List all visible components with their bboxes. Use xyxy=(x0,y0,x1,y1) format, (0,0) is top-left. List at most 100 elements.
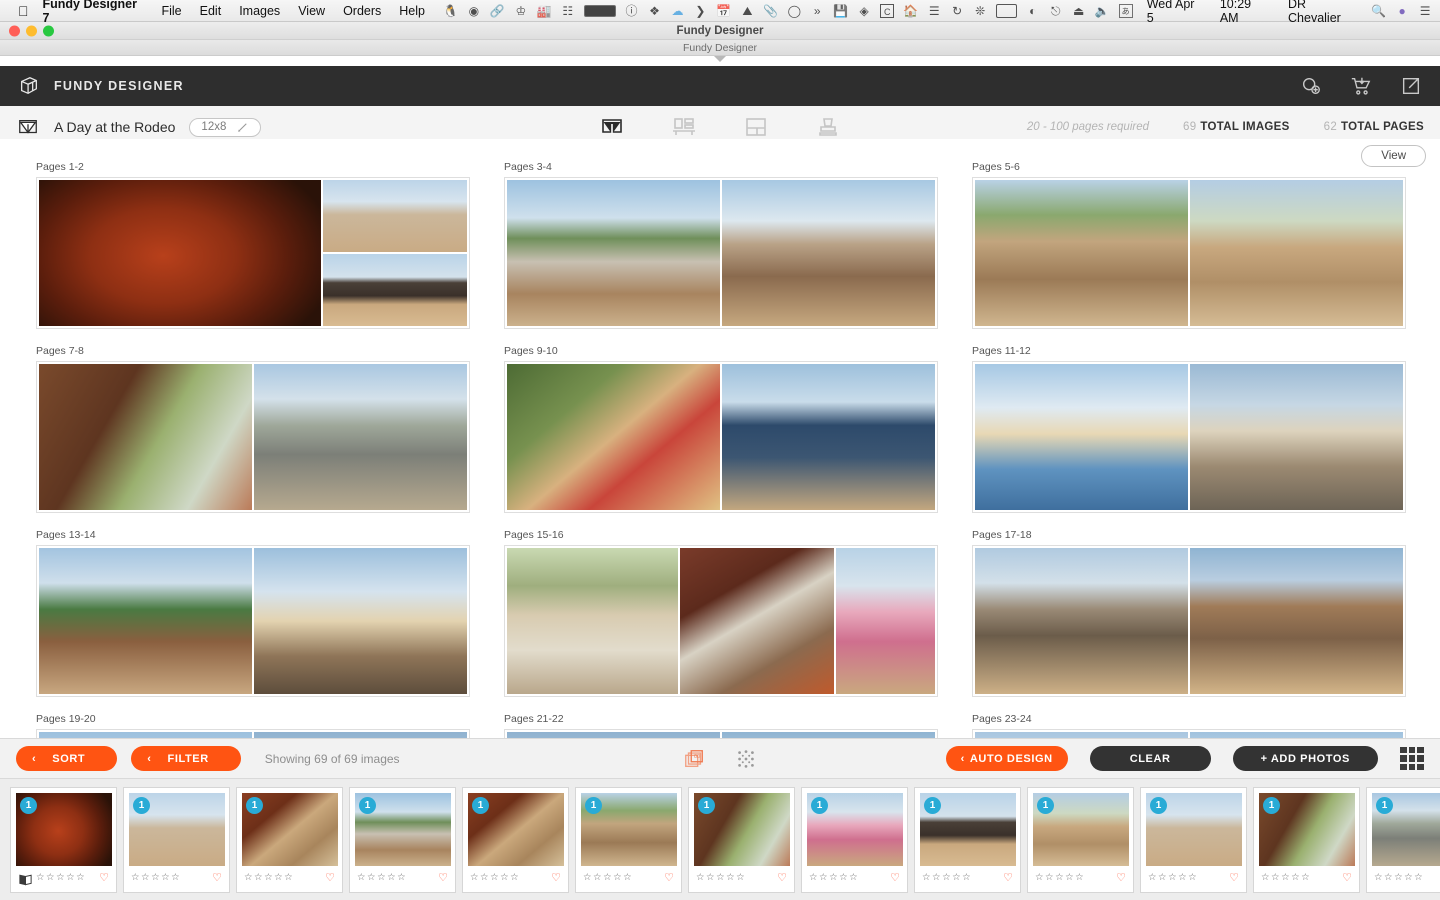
thumbnail-image[interactable]: 1 xyxy=(1146,793,1242,866)
filter-button[interactable]: ‹ FILTER xyxy=(131,746,241,771)
spread-photo[interactable] xyxy=(722,180,935,326)
menu-images[interactable]: Images xyxy=(239,4,280,18)
menu-view[interactable]: View xyxy=(298,4,325,18)
spread[interactable]: Pages 15-16 xyxy=(504,529,938,697)
spread-photos[interactable] xyxy=(36,729,470,738)
spread-photo[interactable] xyxy=(323,180,467,252)
menu-help[interactable]: Help xyxy=(399,4,425,18)
thumbnail-image[interactable]: 1 xyxy=(468,793,564,866)
favorite-heart-icon[interactable]: ♡ xyxy=(551,872,561,884)
spread[interactable]: Pages 21-22 xyxy=(504,713,938,738)
rating-stars[interactable]: ☆ ☆ ☆ ☆ ☆ xyxy=(809,873,858,883)
favorite-heart-icon[interactable]: ♡ xyxy=(1116,872,1126,884)
rating-star[interactable]: ☆ xyxy=(151,873,160,883)
timer-icon[interactable]: ◈ xyxy=(857,4,871,18)
spread-photo[interactable] xyxy=(507,364,720,510)
wall-art-tool-icon[interactable] xyxy=(671,115,697,139)
album-tool-icon[interactable] xyxy=(599,115,625,139)
favorite-heart-icon[interactable]: ♡ xyxy=(212,872,222,884)
rating-star[interactable]: ☆ xyxy=(1178,873,1187,883)
spread-photo[interactable] xyxy=(975,548,1188,694)
rating-star[interactable]: ☆ xyxy=(244,873,253,883)
book-icon[interactable] xyxy=(18,873,33,886)
rating-star[interactable]: ☆ xyxy=(623,873,632,883)
thumbnail-image[interactable]: 1 xyxy=(1259,793,1355,866)
filmstrip-thumbnail[interactable]: 1☆☆☆☆☆♡ xyxy=(236,787,343,893)
time-machine-icon[interactable]: ↻ xyxy=(950,4,964,18)
thumbnail-image[interactable]: 1 xyxy=(694,793,790,866)
rating-star[interactable]: ☆ xyxy=(36,873,45,883)
photo-filmstrip[interactable]: 1 ☆ ☆ ☆ ☆ ☆ ♡ 1 ☆ ☆ ☆ ☆ ☆ ♡ 1 ☆ ☆ ☆ ☆ ☆ ♡ 1 ☆ ☆ ☆ ☆ ☆ ♡ 1 ☆ ☆ ☆ ☆ ☆ ♡ 1 ☆ ☆ ☆ ☆… xyxy=(0,779,1440,900)
spread-photos[interactable] xyxy=(972,545,1406,697)
rating-star[interactable]: ☆ xyxy=(819,873,828,883)
spread-canvas[interactable]: View Pages 1-2 Pages 3-4 Pages 5-6 Pages 7-… xyxy=(0,139,1440,738)
levels-icon[interactable]: ☰ xyxy=(927,4,941,18)
spread-photos[interactable] xyxy=(504,729,938,738)
favorite-heart-icon[interactable]: ♡ xyxy=(777,872,787,884)
cleanup-icon[interactable]: ♔ xyxy=(514,4,528,18)
spread-photos[interactable] xyxy=(504,177,938,329)
rating-star[interactable]: ☆ xyxy=(46,873,55,883)
rating-star[interactable]: ☆ xyxy=(1148,873,1157,883)
spread[interactable]: Pages 5-6 xyxy=(972,161,1406,329)
rating-stars[interactable]: ☆ ☆ ☆ ☆ ☆ xyxy=(1261,873,1310,883)
cloud-icon[interactable]: ☁ xyxy=(670,4,684,18)
rating-stars[interactable]: ☆ ☆ ☆ ☆ ☆ xyxy=(1148,873,1197,883)
rating-star[interactable]: ☆ xyxy=(254,873,263,883)
view-button[interactable]: View xyxy=(1361,145,1426,167)
favorite-heart-icon[interactable]: ♡ xyxy=(438,872,448,884)
rating-star[interactable]: ☆ xyxy=(1035,873,1044,883)
rating-star[interactable]: ☆ xyxy=(274,873,283,883)
notification-center-icon[interactable]: ☰ xyxy=(1418,4,1432,18)
filmstrip-thumbnail[interactable]: 1☆☆☆☆☆♡ xyxy=(10,787,117,893)
rating-star[interactable]: ☆ xyxy=(942,873,951,883)
rating-star[interactable]: ☆ xyxy=(922,873,931,883)
meter-icon[interactable] xyxy=(583,4,616,17)
scattered-dots-icon[interactable] xyxy=(734,748,758,770)
rating-stars[interactable]: ☆ ☆ ☆ ☆ ☆ xyxy=(583,873,632,883)
spread-photos[interactable] xyxy=(972,729,1406,738)
favorite-heart-icon[interactable]: ♡ xyxy=(890,872,900,884)
sort-button[interactable]: ‹ SORT xyxy=(16,746,118,771)
rating-star[interactable]: ☆ xyxy=(1394,873,1403,883)
zoom-window-button[interactable] xyxy=(43,25,54,36)
spread[interactable]: Pages 13-14 xyxy=(36,529,470,697)
clear-button[interactable]: CLEAR xyxy=(1089,746,1211,771)
rating-star[interactable]: ☆ xyxy=(161,873,170,883)
rating-star[interactable]: ☆ xyxy=(490,873,499,883)
spread-photo[interactable] xyxy=(254,364,467,510)
apple-menu-icon[interactable]:  xyxy=(18,4,29,18)
drive-icon[interactable]: 💾 xyxy=(833,4,848,18)
spread[interactable]: Pages 1-2 xyxy=(36,161,470,329)
design-settings-icon[interactable] xyxy=(1300,75,1322,97)
filmstrip-thumbnail[interactable]: 1☆☆☆☆☆♡ xyxy=(688,787,795,893)
rating-stars[interactable]: ☆ ☆ ☆ ☆ ☆ xyxy=(470,873,519,883)
thumbnail-image[interactable]: 1 xyxy=(242,793,338,866)
rating-star[interactable]: ☆ xyxy=(1281,873,1290,883)
rating-star[interactable]: ☆ xyxy=(1404,873,1413,883)
spread[interactable]: Pages 11-12 xyxy=(972,345,1406,513)
bowler-hat-icon[interactable]: ⛰ xyxy=(740,4,754,18)
rating-star[interactable]: ☆ xyxy=(1188,873,1197,883)
disc-icon[interactable]: ◉ xyxy=(467,4,481,18)
evernote-icon[interactable]: 🐧 xyxy=(443,4,458,18)
rating-stars[interactable]: ☆ ☆ ☆ ☆ ☆ xyxy=(36,873,85,883)
menu-app-name[interactable]: Fundy Designer 7 xyxy=(43,0,144,25)
rating-star[interactable]: ☆ xyxy=(1291,873,1300,883)
rating-star[interactable]: ☆ xyxy=(1045,873,1054,883)
rating-star[interactable]: ☆ xyxy=(470,873,479,883)
chevron-icon[interactable]: ❯ xyxy=(693,4,707,18)
spread[interactable]: Pages 7-8 xyxy=(36,345,470,513)
rating-star[interactable]: ☆ xyxy=(171,873,180,883)
minimize-window-button[interactable] xyxy=(26,25,37,36)
rating-star[interactable]: ☆ xyxy=(1374,873,1383,883)
spread-photo[interactable] xyxy=(507,548,679,694)
rating-star[interactable]: ☆ xyxy=(387,873,396,883)
thumbnail-image[interactable]: 1 xyxy=(1372,793,1440,866)
spread[interactable]: Pages 19-20 xyxy=(36,713,470,738)
rating-stars[interactable]: ☆ ☆ ☆ ☆ ☆ xyxy=(1035,873,1084,883)
spotlight-search-icon[interactable]: 🔍 xyxy=(1371,4,1386,18)
menu-file[interactable]: File xyxy=(161,4,181,18)
rating-star[interactable]: ☆ xyxy=(510,873,519,883)
bluetooth-icon[interactable]: ❊ xyxy=(973,4,987,18)
